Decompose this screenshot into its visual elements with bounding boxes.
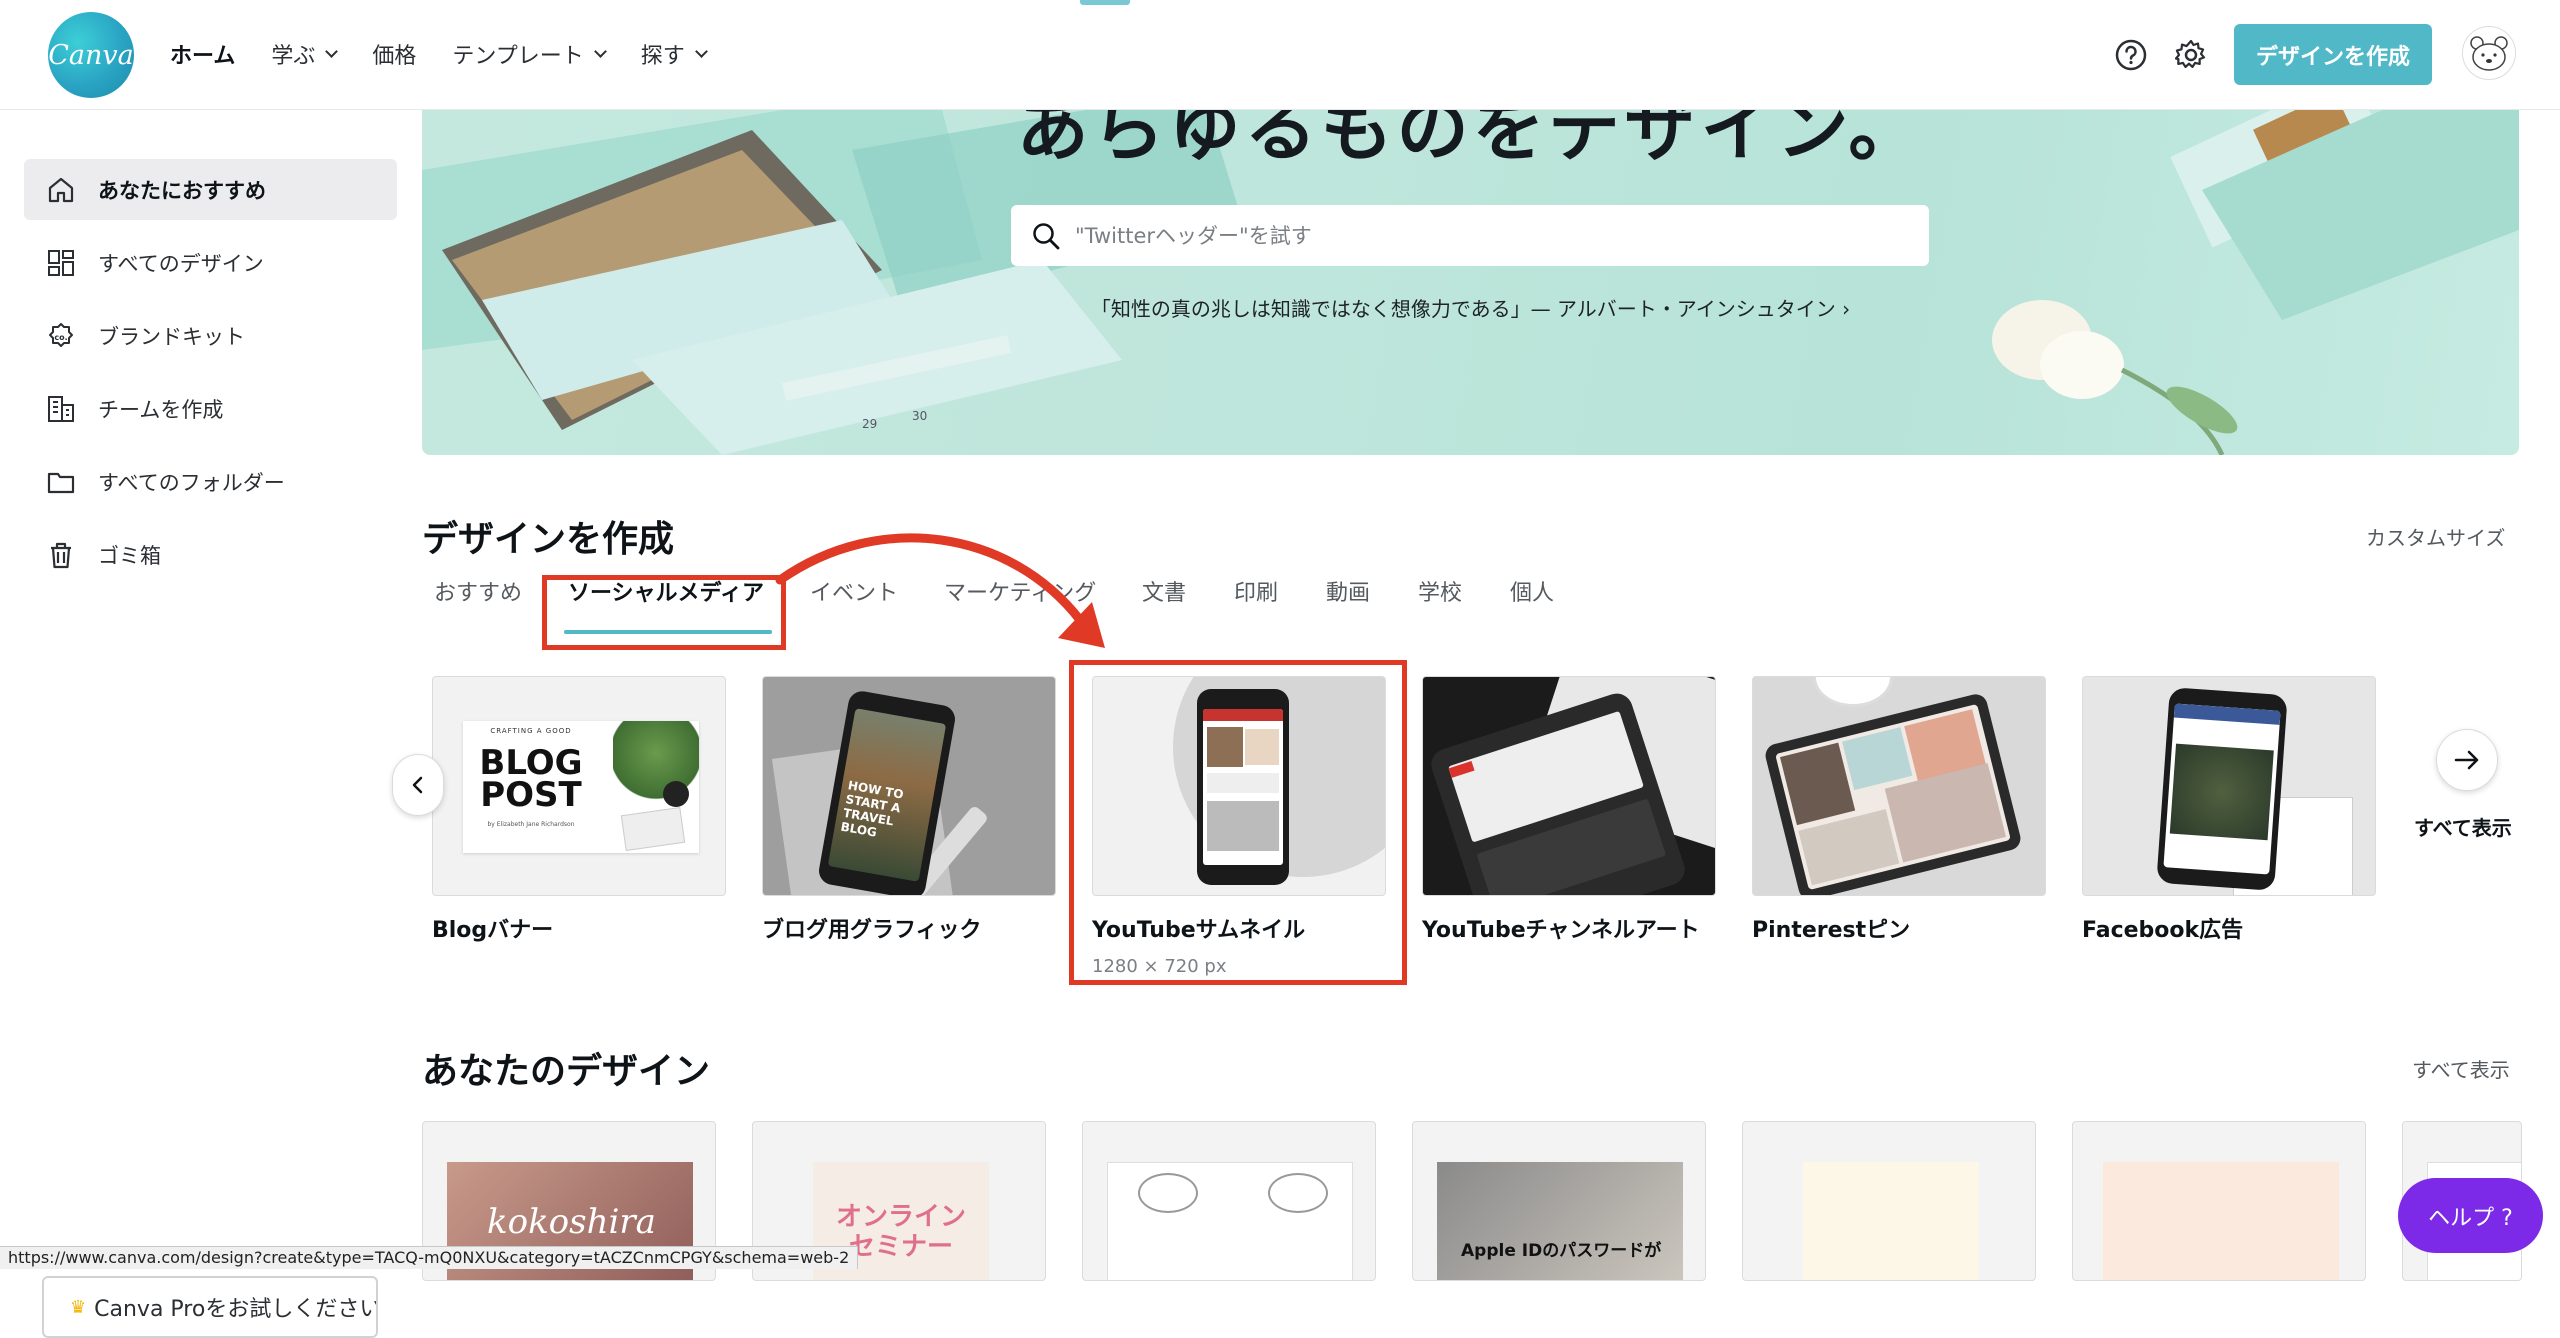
tab-video[interactable]: 動画	[1326, 575, 1370, 607]
brand-kit-icon: co.	[44, 319, 78, 353]
hero-quote-link[interactable]: 「知性の真の兆しは知識ではなく想像力である」— アルバート・アインシュタイン ›	[422, 293, 2519, 322]
carousel-next-button[interactable]	[2436, 729, 2498, 791]
nav-home[interactable]: ホーム	[170, 38, 235, 70]
template-card-youtube-channel-art[interactable]: YouTubeチャンネルアート	[1422, 676, 1716, 944]
top-bar: Canva ホーム 学ぶ 価格 テンプレート 探す デザインを作成	[0, 0, 2560, 110]
sidebar-item-for-you[interactable]: あなたにおすすめ	[24, 159, 397, 220]
show-all-templates-link[interactable]: すべて表示	[2414, 812, 2512, 841]
annotation-arrow	[775, 533, 1105, 648]
design-card[interactable]	[1742, 1121, 2036, 1281]
chevron-down-icon	[325, 45, 339, 58]
card-thumbnail	[1752, 676, 2046, 896]
sidebar-item-brand-kit[interactable]: co. ブランドキット	[24, 305, 397, 366]
sidebar-item-all-folders[interactable]: すべてのフォルダー	[24, 451, 397, 512]
tablet-mockup	[1763, 691, 2023, 895]
help-circle-icon[interactable]	[2112, 36, 2150, 74]
nav-explore[interactable]: 探す	[641, 38, 708, 70]
nav-learn[interactable]: 学ぶ	[271, 38, 339, 70]
blog-post-preview: CRAFTING A GOOD BLOG POST by Elizabeth J…	[463, 721, 699, 853]
tab-documents[interactable]: 文書	[1142, 575, 1186, 607]
card-thumbnail	[2082, 676, 2376, 896]
nav-pricing[interactable]: 価格	[372, 38, 416, 70]
grid-icon	[44, 246, 78, 280]
chevron-down-icon	[593, 45, 607, 58]
template-card-facebook-ad[interactable]: Facebook広告	[2082, 676, 2376, 944]
tab-personal[interactable]: 個人	[1510, 575, 1554, 607]
create-design-heading: デザインを作成	[422, 519, 675, 560]
tab-school[interactable]: 学校	[1418, 575, 1462, 607]
card-thumbnail: CRAFTING A GOOD BLOG POST by Elizabeth J…	[432, 676, 726, 896]
team-icon	[44, 392, 78, 426]
template-card-blog-banner[interactable]: CRAFTING A GOOD BLOG POST by Elizabeth J…	[432, 676, 726, 944]
status-bar-url: https://www.canva.com/design?create&type…	[0, 1246, 859, 1269]
help-button[interactable]: ヘルプ ?	[2398, 1178, 2543, 1253]
avatar[interactable]	[2462, 26, 2516, 80]
annotation-box-social-media-tab	[542, 575, 786, 650]
try-canva-pro-button[interactable]: ♛ Canva Proをお試しください	[42, 1276, 378, 1338]
custom-size-link[interactable]: カスタムサイズ	[2366, 522, 2505, 551]
folder-icon	[44, 465, 78, 499]
sidebar-item-all-designs[interactable]: すべてのデザイン	[24, 232, 397, 293]
svg-text:30: 30	[912, 409, 927, 423]
search-input[interactable]	[1075, 223, 1895, 248]
gear-icon[interactable]	[2172, 36, 2210, 74]
annotation-box-youtube-thumbnail	[1069, 660, 1407, 985]
phone-mockup	[2156, 687, 2288, 891]
home-icon	[44, 173, 78, 207]
card-thumbnail: HOW TO START A TRAVEL BLOG	[762, 676, 1056, 896]
tab-print[interactable]: 印刷	[1234, 575, 1278, 607]
show-all-designs-link[interactable]: すべて表示	[2412, 1054, 2510, 1083]
main-nav: ホーム 学ぶ 価格 テンプレート 探す	[170, 38, 742, 70]
arrow-right-icon	[2454, 750, 2479, 770]
chevron-down-icon	[694, 45, 708, 58]
carousel-prev-button[interactable]	[392, 754, 444, 816]
tab-recommended[interactable]: おすすめ	[434, 575, 522, 607]
trash-icon	[44, 538, 78, 572]
hero-title: あらゆるものをデザイン。	[1016, 110, 1925, 171]
template-card-blog-graphic[interactable]: HOW TO START A TRAVEL BLOG ブログ用グラフィック	[762, 676, 1056, 944]
hero-banner: 29 30 あらゆるものをデザイン。 「知性の真の兆しは知識ではなく想像力である…	[422, 110, 2519, 455]
design-card[interactable]: Apple IDのパスワードが	[1412, 1121, 1706, 1281]
hero-search-box[interactable]	[1011, 205, 1929, 266]
svg-text:29: 29	[862, 417, 877, 431]
sidebar: あなたにおすすめ すべてのデザイン co. ブランドキット チームを作成 すべて…	[0, 110, 410, 1338]
sidebar-item-create-team[interactable]: チームを作成	[24, 378, 397, 439]
chevron-left-icon	[412, 776, 423, 794]
svg-text:co.: co.	[54, 333, 67, 342]
template-card-pinterest-pin[interactable]: Pinterestピン	[1752, 676, 2046, 944]
design-card[interactable]	[1082, 1121, 1376, 1281]
sidebar-item-trash[interactable]: ゴミ箱	[24, 524, 397, 585]
crown-icon: ♛	[70, 1296, 87, 1318]
search-icon	[1033, 222, 1060, 249]
nav-templates[interactable]: テンプレート	[452, 38, 607, 70]
card-thumbnail	[1422, 676, 1716, 896]
design-card[interactable]	[2072, 1121, 2366, 1281]
create-design-button[interactable]: デザインを作成	[2234, 24, 2432, 85]
your-designs-heading: あなたのデザイン	[422, 1051, 711, 1092]
canva-logo[interactable]: Canva	[48, 12, 134, 98]
